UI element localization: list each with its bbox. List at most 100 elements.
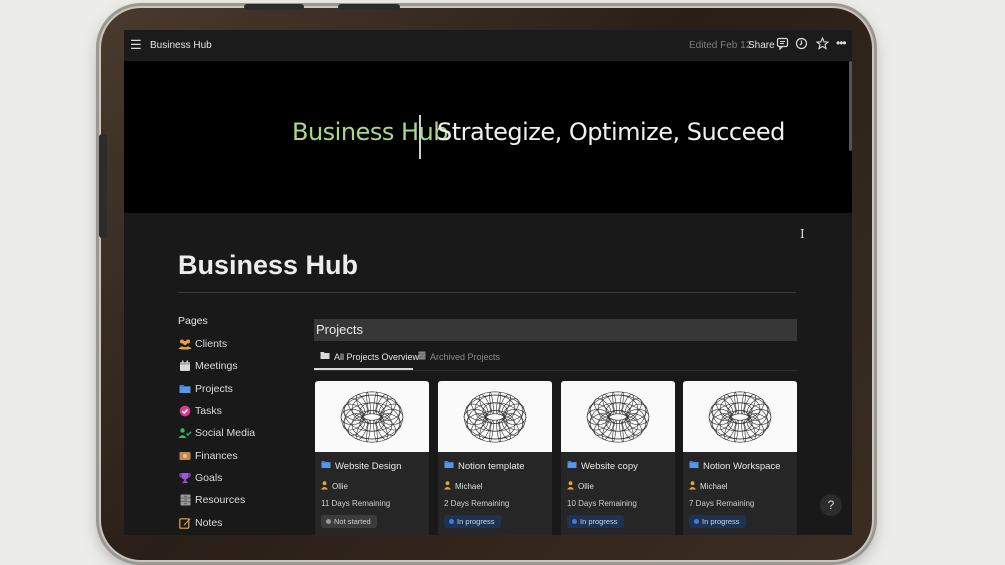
sidebar-item-notes[interactable]: Notes <box>178 511 255 533</box>
cabinet-icon <box>418 351 426 362</box>
pages-heading: Pages <box>178 315 208 327</box>
projects-view-tabs: All Projects Overview Archived Projects <box>314 348 797 371</box>
card-owner-name: Michael <box>700 482 728 491</box>
pages-list: Clients Meetings Projects Tasks Social M… <box>178 333 255 534</box>
star-icon[interactable] <box>815 36 830 51</box>
active-tab-indicator <box>314 368 413 370</box>
comment-icon[interactable] <box>776 37 790 51</box>
projects-heading: Projects <box>314 319 797 341</box>
project-card[interactable]: Notion Workspace Michael 7 Days Remainin… <box>683 381 797 535</box>
status-badge: Not started <box>321 515 377 528</box>
status-text: In progress <box>457 517 495 526</box>
banner-divider <box>419 115 421 159</box>
status-text: In progress <box>580 517 618 526</box>
status-badge: In progress <box>444 515 501 528</box>
sidebar-item-projects[interactable]: Projects <box>178 378 255 400</box>
person-icon <box>321 481 328 492</box>
card-owner: Ollie <box>321 481 348 492</box>
sidebar-item-label: Goals <box>195 471 223 484</box>
card-title: Website Design <box>321 460 401 472</box>
card-days-remaining: 11 Days Remaining <box>321 499 391 508</box>
status-text: Not started <box>334 517 371 526</box>
card-owner-name: Ollie <box>332 482 349 491</box>
card-title-text: Notion Workspace <box>703 460 781 472</box>
card-title: Website copy <box>567 460 638 472</box>
page-title[interactable]: Business Hub <box>178 250 358 281</box>
sidebar-item-meetings[interactable]: Meetings <box>178 355 255 377</box>
project-card[interactable]: Notion template Michael 2 Days Remaining… <box>438 381 552 535</box>
people-icon <box>178 337 192 351</box>
tab-label: Archived Projects <box>430 351 501 362</box>
cover-banner: Business Hub Strategize, Optimize, Succe… <box>124 61 852 213</box>
folder-icon <box>178 382 192 396</box>
card-cover-image <box>561 381 675 452</box>
card-cover-image <box>438 381 552 452</box>
edited-timestamp: Edited Feb 12 <box>689 40 752 51</box>
tab-archived-projects[interactable]: Archived Projects <box>418 351 500 362</box>
sidebar-item-label: Resources <box>195 494 246 507</box>
sidebar-item-clients[interactable]: Clients <box>178 333 255 355</box>
project-card[interactable]: Website copy Ollie 10 Days Remaining In … <box>561 381 675 535</box>
status-badge: In progress <box>567 515 624 528</box>
torus-wireframe-image <box>708 391 772 442</box>
money-icon <box>178 449 192 463</box>
person-check-icon <box>178 426 192 440</box>
share-button[interactable]: Share <box>748 40 775 51</box>
torus-wireframe-image <box>586 391 650 442</box>
trophy-icon <box>178 471 192 485</box>
status-badge: In progress <box>689 515 746 528</box>
status-text: In progress <box>702 517 740 526</box>
tablet-power-button <box>338 4 400 10</box>
divider <box>178 292 796 293</box>
check-circle-icon <box>178 404 192 418</box>
folder-icon <box>689 460 699 472</box>
card-owner: Michael <box>689 481 728 492</box>
sidebar-item-social-media[interactable]: Social Media <box>178 422 255 444</box>
card-owner: Michael <box>444 481 483 492</box>
sidebar-item-label: Finances <box>195 449 238 462</box>
scrollbar[interactable] <box>849 61 852 151</box>
card-title: Notion template <box>444 460 525 472</box>
hamburger-icon[interactable]: ☰ <box>130 38 142 51</box>
card-title: Notion Workspace <box>689 460 780 472</box>
card-owner-name: Michael <box>455 482 483 491</box>
project-card[interactable]: Website Design Ollie 11 Days Remaining N… <box>315 381 429 535</box>
help-button[interactable]: ? <box>820 494 842 516</box>
card-days-remaining: 7 Days Remaining <box>689 499 755 508</box>
sidebar-item-label: Projects <box>195 382 233 395</box>
person-icon <box>444 481 451 492</box>
sidebar-item-tasks[interactable]: Tasks <box>178 400 255 422</box>
app-screen: ☰ Business Hub Edited Feb 12 Share ••• B… <box>124 30 852 535</box>
banner-tagline: Strategize, Optimize, Succeed <box>437 118 785 146</box>
card-cover-image <box>683 381 797 452</box>
card-owner: Ollie <box>567 481 594 492</box>
cabinet-icon <box>178 493 192 507</box>
clock-icon[interactable] <box>795 37 809 51</box>
tablet-side-button <box>99 134 107 238</box>
card-title-text: Website copy <box>581 460 638 472</box>
status-dot <box>326 519 331 524</box>
sidebar-item-label: Meetings <box>195 360 238 373</box>
projects-heading-text: Projects <box>316 322 363 337</box>
calendar-icon <box>178 359 192 373</box>
breadcrumb-title[interactable]: Business Hub <box>150 40 212 51</box>
tab-all-projects-overview[interactable]: All Projects Overview <box>320 351 419 362</box>
person-icon <box>689 481 696 492</box>
status-dot <box>694 519 699 524</box>
folder-icon <box>321 460 331 472</box>
sidebar-item-label: Clients <box>195 338 228 351</box>
torus-wireframe-image <box>463 391 527 442</box>
sidebar-item-goals[interactable]: Goals <box>178 467 255 489</box>
edit-icon <box>178 516 192 530</box>
sidebar-item-label: Tasks <box>195 405 222 418</box>
folder-icon <box>320 351 330 362</box>
more-icon[interactable]: ••• <box>836 36 850 50</box>
sidebar-item-resources[interactable]: Resources <box>178 489 255 511</box>
card-title-text: Notion template <box>458 460 525 472</box>
folder-icon <box>444 460 454 472</box>
sidebar-item-finances[interactable]: Finances <box>178 444 255 466</box>
folder-icon <box>567 460 577 472</box>
person-icon <box>567 481 574 492</box>
sidebar-item-label: Social Media <box>195 427 256 440</box>
tablet-volume-button <box>244 4 304 10</box>
